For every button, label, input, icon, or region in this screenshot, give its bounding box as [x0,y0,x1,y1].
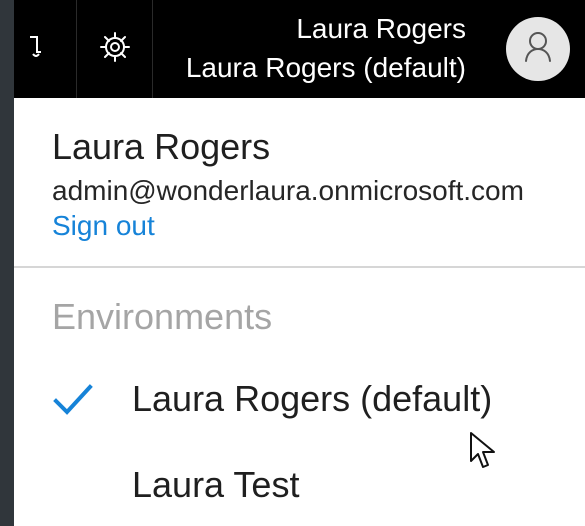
person-icon [521,30,555,69]
gear-icon [99,31,131,68]
settings-button[interactable] [77,0,152,98]
environments-heading: Environments [52,296,273,337]
notification-button[interactable] [14,0,62,98]
environment-item-default[interactable]: Laura Rogers (default) [14,366,585,438]
current-environment-label: Laura Rogers (default) [185,52,466,83]
checkmark-icon [52,379,94,421]
environment-item-test[interactable]: Laura Test [14,452,585,524]
user-email: admin@wonderlaura.onmicrosoft.com [52,175,524,206]
avatar[interactable] [506,17,570,81]
environment-label: Laura Rogers (default) [132,378,493,419]
section-divider [14,266,585,268]
top-navigation-bar: Laura Rogers Laura Rogers (default) [14,0,585,98]
account-dropdown-panel: Laura Rogers admin@wonderlaura.onmicroso… [14,98,585,526]
account-summary: Laura Rogers Laura Rogers (default) [185,13,466,84]
app-window: Laura Rogers Laura Rogers (default) Laur… [0,0,585,526]
environment-label: Laura Test [132,464,300,505]
account-switcher-button[interactable]: Laura Rogers Laura Rogers (default) [153,0,585,98]
left-background-strip [0,0,14,526]
user-display-name: Laura Rogers [52,126,271,167]
notification-icon [29,33,47,66]
account-name: Laura Rogers [296,13,466,45]
mouse-pointer-icon [469,431,497,471]
sign-out-link[interactable]: Sign out [52,210,155,242]
